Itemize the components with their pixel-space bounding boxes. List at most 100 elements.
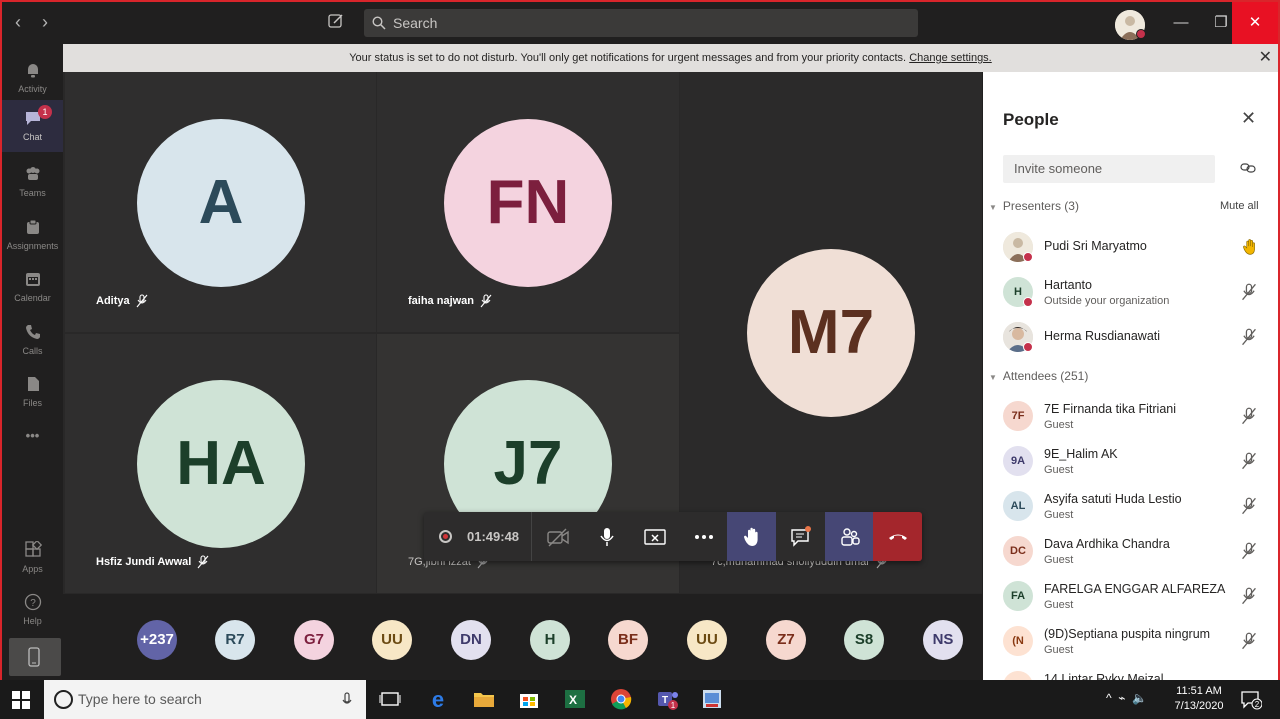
teams-icon <box>26 167 40 180</box>
raised-hand-icon <box>1243 239 1255 255</box>
overflow-participants-button[interactable]: +237 <box>137 620 177 660</box>
banner-text: Your status is set to do not disturb. Yo… <box>349 52 907 64</box>
mic-icon[interactable] <box>342 692 352 708</box>
mic-off-icon <box>136 294 148 308</box>
change-settings-link[interactable]: Change settings. <box>909 52 992 64</box>
close-icon[interactable]: ✕ <box>1241 108 1256 129</box>
rail-item-more[interactable]: ••• <box>2 426 63 478</box>
presenters-header[interactable]: ▼ Presenters (3) <box>989 199 1079 213</box>
device-settings-button[interactable] <box>9 638 61 676</box>
strip-avatar[interactable]: DN <box>451 620 491 660</box>
raise-hand-button[interactable] <box>727 512 776 561</box>
participant-tile[interactable]: A Aditya <box>65 72 376 332</box>
mic-off-icon[interactable] <box>1241 452 1257 470</box>
chrome-icon[interactable] <box>609 687 633 711</box>
mic-toggle-button[interactable] <box>582 512 631 561</box>
more-actions-button[interactable] <box>679 512 728 561</box>
chat-badge: 1 <box>38 105 52 119</box>
mute-all-button[interactable]: Mute all <box>1220 200 1259 212</box>
participant-tile[interactable]: HA Hsfiz Jundi Awwal <box>65 334 376 593</box>
rail-item-assignments[interactable]: Assignments <box>2 209 63 261</box>
taskbar-search-placeholder: Type here to search <box>78 691 202 707</box>
strip-avatar[interactable]: S8 <box>844 620 884 660</box>
participant-row[interactable]: 9A 9E_Halim AK Guest <box>1003 444 1273 484</box>
rail-item-chat[interactable]: 1 Chat <box>2 100 63 152</box>
mic-off-icon[interactable] <box>1241 632 1257 650</box>
notification-icon[interactable]: 2 <box>1240 690 1262 710</box>
svg-text:1: 1 <box>671 701 676 710</box>
more-icon: ••• <box>25 428 40 443</box>
file-explorer-icon[interactable] <box>472 687 496 711</box>
chevron-left-icon[interactable]: ‹ <box>8 12 28 33</box>
close-window-button[interactable]: ✕ <box>1232 2 1278 44</box>
hang-up-button[interactable] <box>873 512 922 561</box>
participant-row[interactable]: DC Dava Ardhika Chandra Guest <box>1003 534 1273 574</box>
rail-item-activity[interactable]: Activity <box>2 52 63 104</box>
chevron-down-icon: ▼ <box>989 373 997 382</box>
chevron-right-icon[interactable]: › <box>35 12 55 33</box>
participant-row[interactable]: AL Asyifa satuti Huda Lestio Guest <box>1003 489 1273 529</box>
strip-avatar[interactable]: G7 <box>294 620 334 660</box>
participant-row[interactable]: 7F 7E Firnanda tika Fitriani Guest <box>1003 399 1273 439</box>
strip-avatar[interactable]: H <box>530 620 570 660</box>
teams-icon[interactable]: T1 <box>656 687 680 711</box>
clock[interactable]: 11:51 AM 7/13/2020 <box>1172 684 1226 714</box>
rail-item-teams[interactable]: Teams <box>2 156 63 208</box>
mic-off-icon[interactable] <box>1241 283 1257 301</box>
participant-row[interactable]: Pudi Sri Maryatmo <box>1003 230 1273 270</box>
participant-avatar: HA <box>137 380 305 548</box>
rail-item-files[interactable]: Files <box>2 366 63 418</box>
participant-row[interactable]: (N (9D)Septiana puspita ningrum Guest <box>1003 624 1273 664</box>
participant-row[interactable]: FA FARELGA ENGGAR ALFAREZA Guest <box>1003 579 1273 619</box>
rail-item-calls[interactable]: Calls <box>2 314 63 366</box>
link-icon[interactable] <box>1240 162 1256 174</box>
participant-name: (9D)Septiana puspita ningrum <box>1044 627 1211 641</box>
participant-subtitle: Guest <box>1044 554 1074 566</box>
store-icon[interactable] <box>517 687 541 711</box>
participant-row[interactable]: Herma Rusdianawati <box>1003 320 1273 360</box>
rail-item-apps[interactable]: Apps <box>2 532 63 584</box>
mic-off-icon[interactable] <box>1241 328 1257 346</box>
attendees-header[interactable]: ▼ Attendees (251) <box>989 369 1088 383</box>
app-icon[interactable] <box>700 687 724 711</box>
show-conversation-button[interactable] <box>776 512 825 561</box>
share-screen-button[interactable] <box>630 512 679 561</box>
search-box[interactable]: Search <box>364 9 918 37</box>
edge-icon[interactable]: e <box>426 687 450 711</box>
search-placeholder: Search <box>393 15 438 31</box>
strip-avatar[interactable]: NS <box>923 620 963 660</box>
close-icon[interactable]: ✕ <box>1259 44 1272 72</box>
excel-icon[interactable]: X <box>563 687 587 711</box>
avatar: (N <box>1003 626 1033 656</box>
rail-item-calendar[interactable]: Calendar <box>2 261 63 313</box>
cortana-icon <box>54 690 73 709</box>
camera-toggle-button[interactable] <box>533 512 582 561</box>
compose-icon[interactable] <box>327 12 347 32</box>
panel-title: People <box>1003 110 1059 129</box>
strip-avatar[interactable]: UU <box>687 620 727 660</box>
strip-avatar[interactable]: UU <box>372 620 412 660</box>
mic-off-icon[interactable] <box>1241 542 1257 560</box>
participant-row[interactable]: H Hartanto Outside your organization <box>1003 275 1273 315</box>
mic-off-icon[interactable] <box>1241 407 1257 425</box>
participant-subtitle: Guest <box>1044 419 1074 431</box>
raised-hand-icon <box>743 527 758 546</box>
system-tray[interactable]: ^ ⌁ 🔈 <box>1106 691 1147 705</box>
rail-item-help[interactable]: ? Help <box>2 584 63 636</box>
taskbar-search-input[interactable]: Type here to search <box>44 680 366 719</box>
show-participants-button[interactable] <box>825 512 874 561</box>
svg-text:X: X <box>569 693 577 707</box>
participant-name: Pudi Sri Maryatmo <box>1044 239 1147 253</box>
strip-avatar[interactable]: BF <box>608 620 648 660</box>
participant-tile[interactable]: FN faiha najwan <box>377 72 679 332</box>
participant-avatar: M7 <box>747 249 915 417</box>
strip-avatar[interactable]: R7 <box>215 620 255 660</box>
task-view-icon[interactable] <box>378 687 402 711</box>
mic-off-icon[interactable] <box>1241 497 1257 515</box>
strip-avatar[interactable]: Z7 <box>766 620 806 660</box>
mic-off-icon[interactable] <box>1241 587 1257 605</box>
windows-taskbar: Type here to search e X T1 ^ ⌁ 🔈 11:51 A… <box>0 680 1280 719</box>
windows-start-icon[interactable] <box>12 691 30 709</box>
invite-input[interactable]: Invite someone <box>1003 155 1215 183</box>
dnd-status-icon <box>1023 252 1033 262</box>
